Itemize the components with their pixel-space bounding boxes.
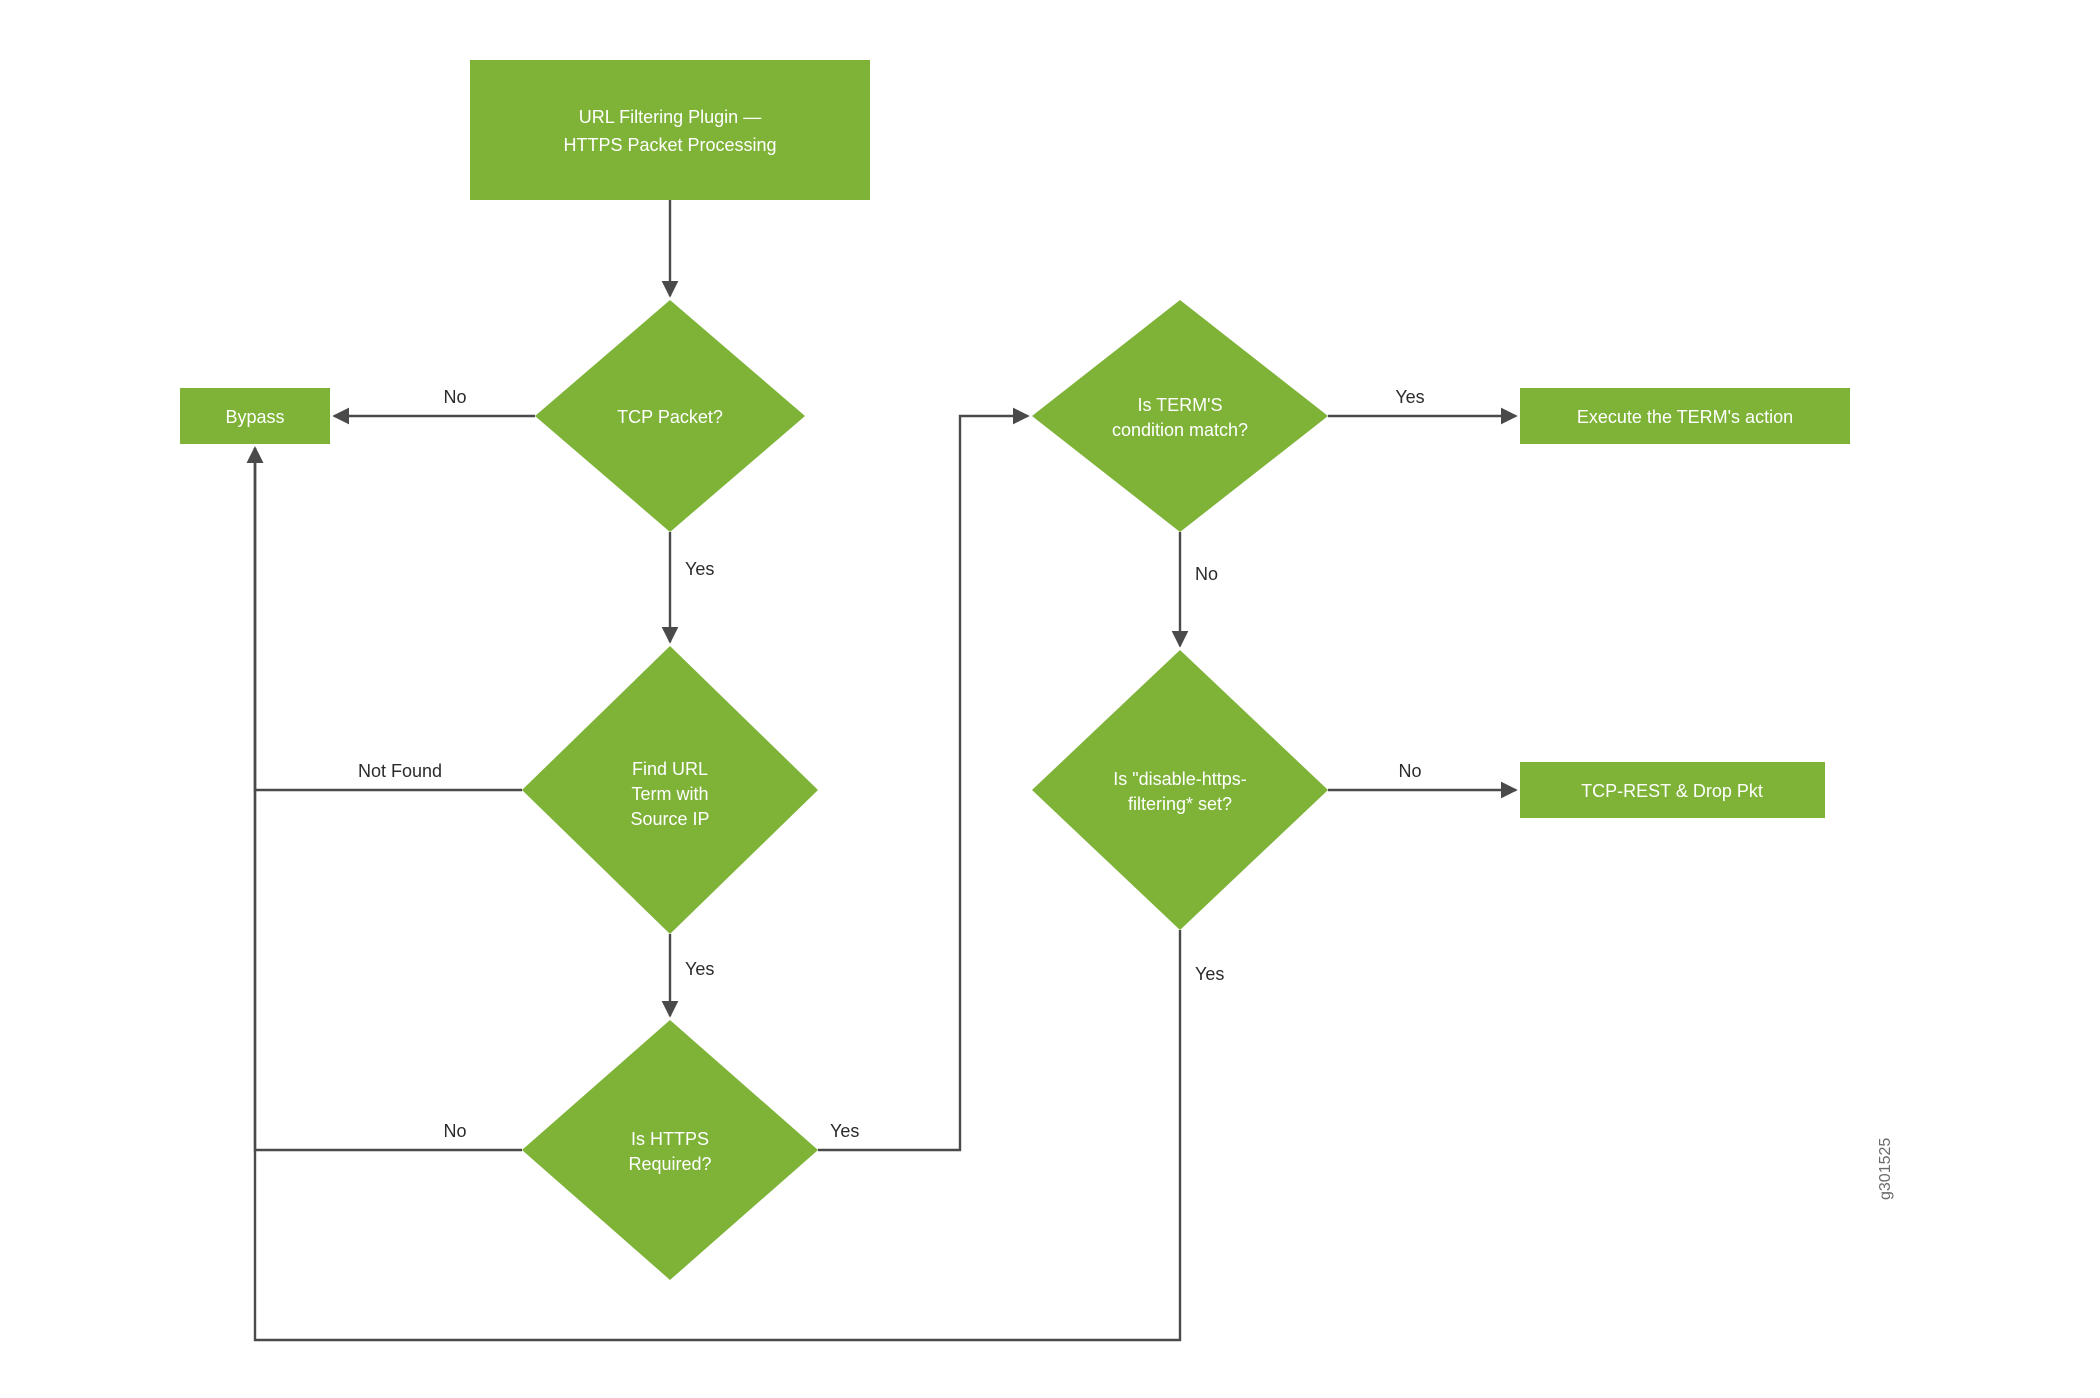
node-title: URL Filtering Plugin — HTTPS Packet Proc… — [470, 60, 870, 200]
https-req-l1: Is HTTPS — [631, 1129, 709, 1149]
label-dishttps-no: No — [1398, 761, 1421, 781]
label-term-no: No — [1195, 564, 1218, 584]
find-url-l1: Find URL — [632, 759, 708, 779]
edge-findurl-notfound — [255, 448, 522, 790]
title-line2: HTTPS Packet Processing — [563, 135, 776, 155]
term-cond-l2: condition match? — [1112, 420, 1248, 440]
label-https-no: No — [443, 1121, 466, 1141]
node-disable-https: Is "disable-https- filtering* set? — [1032, 650, 1328, 930]
dis-https-l2: filtering* set? — [1128, 794, 1232, 814]
image-id: g301525 — [1877, 1138, 1894, 1200]
flowchart: URL Filtering Plugin — HTTPS Packet Proc… — [0, 0, 2100, 1398]
node-tcp-packet: TCP Packet? — [535, 300, 805, 532]
term-cond-l1: Is TERM'S — [1137, 395, 1222, 415]
node-execute-term: Execute the TERM's action — [1520, 388, 1850, 444]
https-req-l2: Required? — [628, 1154, 711, 1174]
edge-https-no — [255, 448, 522, 1150]
label-dishttps-yes: Yes — [1195, 964, 1224, 984]
node-term-condition: Is TERM'S condition match? — [1032, 300, 1328, 532]
edge-https-yes — [818, 416, 1028, 1150]
find-url-l2: Term with — [631, 784, 708, 804]
tcp-rest-label: TCP-REST & Drop Pkt — [1581, 781, 1763, 801]
node-https-required: Is HTTPS Required? — [522, 1020, 818, 1280]
label-tcp-no: No — [443, 387, 466, 407]
label-not-found: Not Found — [358, 761, 442, 781]
node-tcp-rest: TCP-REST & Drop Pkt — [1520, 762, 1825, 818]
node-find-url: Find URL Term with Source IP — [522, 646, 818, 934]
bypass-label: Bypass — [225, 407, 284, 427]
tcp-packet-label: TCP Packet? — [617, 407, 723, 427]
label-term-yes: Yes — [1395, 387, 1424, 407]
label-tcp-yes: Yes — [685, 559, 714, 579]
label-findurl-yes: Yes — [685, 959, 714, 979]
node-bypass: Bypass — [180, 388, 330, 444]
label-https-yes: Yes — [830, 1121, 859, 1141]
dis-https-l1: Is "disable-https- — [1113, 769, 1246, 789]
find-url-l3: Source IP — [630, 809, 709, 829]
title-line1: URL Filtering Plugin — — [579, 107, 761, 127]
exec-term-label: Execute the TERM's action — [1577, 407, 1793, 427]
